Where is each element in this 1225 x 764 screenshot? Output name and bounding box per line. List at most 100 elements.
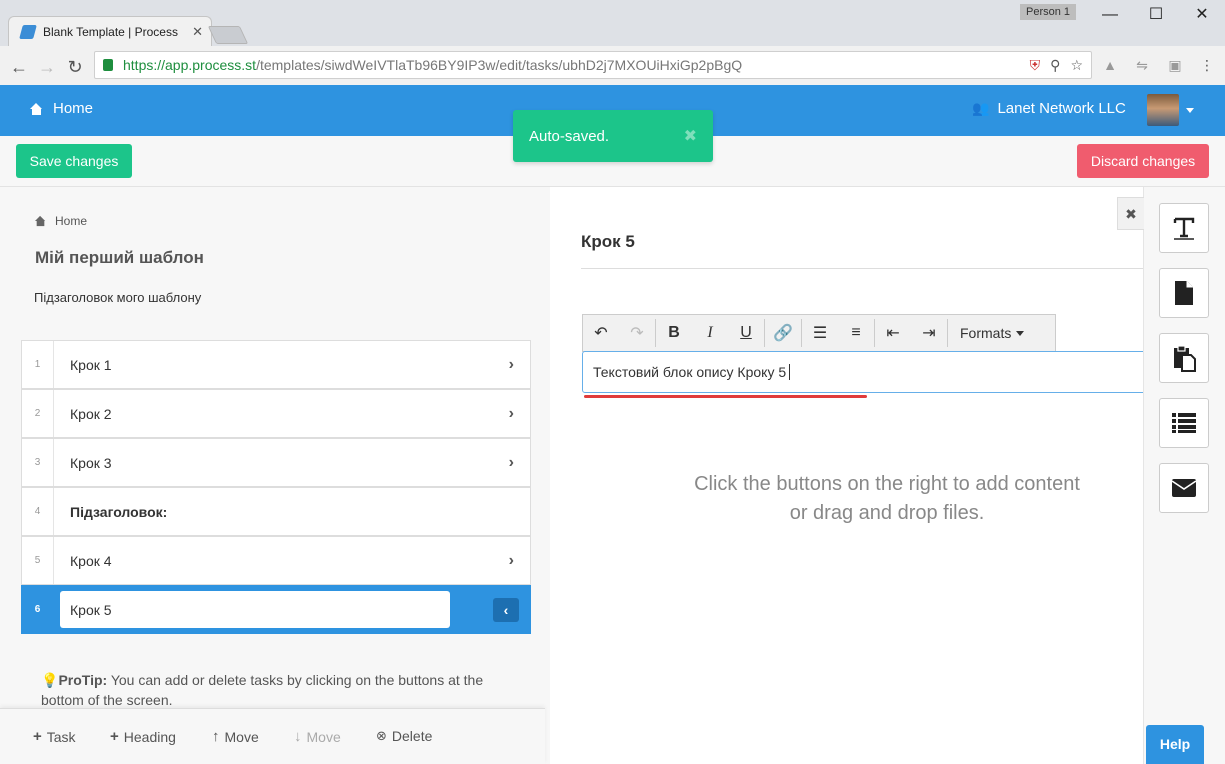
task-name-input[interactable]: Крок 5 — [60, 591, 450, 628]
hint-line-2: or drag and drop files. — [789, 502, 985, 524]
task-name: Крок 1 — [70, 356, 112, 373]
task-name: Крок 2 — [70, 405, 112, 422]
secure-lock-icon — [103, 59, 113, 71]
text-cursor — [789, 364, 791, 380]
indent-icon[interactable]: ⇥ — [911, 315, 947, 351]
undo-icon[interactable]: ↶ — [583, 315, 619, 351]
profile-badge[interactable]: Person 1 — [1020, 4, 1076, 20]
move-down-button[interactable]: ↓ Move — [294, 728, 341, 745]
task-row-3[interactable]: 3 Крок 3 › — [21, 438, 531, 487]
redo-icon[interactable]: ↷ — [619, 315, 655, 351]
minimize-icon[interactable]: — — [1087, 4, 1133, 26]
tab-close-icon[interactable]: ✕ — [192, 24, 203, 40]
step-title[interactable]: Крок 5 — [581, 232, 635, 252]
title-divider — [581, 268, 1143, 269]
task-name: Крок 4 — [70, 552, 112, 569]
breadcrumb[interactable]: Home — [34, 214, 87, 228]
pin-icon[interactable]: ⚲ — [1050, 57, 1060, 74]
rich-text-toolbar: ↶ ↷ B I U 🔗 ☰ ≡ ⇤ ⇥ Formats — [582, 314, 1056, 352]
file-icon — [1175, 281, 1193, 305]
text-block-editor[interactable]: Текстовий блок опису Кроку 5 — [582, 351, 1147, 393]
delete-label: Delete — [391, 728, 433, 744]
italic-icon[interactable]: I — [692, 315, 728, 351]
rail-close-icon[interactable]: ✖ — [1117, 197, 1144, 230]
address-bar[interactable]: https://app.process.st/templates/siwdWeI… — [94, 51, 1092, 79]
empty-content-hint: Click the buttons on the right to add co… — [640, 470, 1134, 528]
heading-name: Підзаголовок: — [70, 503, 168, 520]
reload-icon[interactable]: ↻ — [64, 56, 86, 78]
task-number: 2 — [22, 390, 54, 437]
add-text-widget-button[interactable] — [1159, 203, 1209, 253]
hint-line-1: Click the buttons on the right to add co… — [694, 473, 1080, 495]
underline-icon[interactable]: U — [728, 315, 764, 351]
numbered-list-icon[interactable]: ≡ — [838, 315, 874, 351]
formats-dropdown[interactable]: Formats — [948, 325, 1036, 341]
home-icon — [30, 102, 43, 115]
clipboard-icon — [1174, 345, 1196, 372]
browser-tab[interactable]: Blank Template | Process ✕ — [8, 16, 212, 46]
breadcrumb-home-icon — [34, 215, 46, 227]
drive-icon[interactable]: ▲ — [1101, 56, 1119, 74]
toast-close-icon[interactable]: ✖ — [684, 126, 697, 146]
process-street-favicon-icon — [19, 24, 37, 39]
chevron-right-icon: › — [508, 404, 514, 422]
template-subtitle[interactable]: Підзаголовок мого шаблону — [34, 290, 201, 305]
bookmark-star-icon[interactable]: ☆ — [1070, 57, 1083, 74]
add-heading-button[interactable]: + Heading — [110, 728, 176, 745]
move-down-label: Move — [306, 728, 341, 745]
template-title[interactable]: Мій перший шаблон — [35, 248, 204, 268]
lightbulb-icon: 💡 — [41, 672, 59, 688]
maximize-icon[interactable]: ☐ — [1133, 4, 1179, 26]
add-file-widget-button[interactable] — [1159, 268, 1209, 318]
add-task-label: Task — [46, 728, 76, 745]
window-close-icon[interactable]: ✕ — [1179, 4, 1225, 26]
text-block-content: Текстовий блок опису Кроку 5 — [593, 364, 787, 380]
forward-arrow-icon[interactable]: → — [36, 56, 58, 78]
discard-changes-button[interactable]: Discard changes — [1077, 144, 1209, 178]
move-up-button[interactable]: ↑ Move — [212, 728, 259, 745]
task-actions-bar — [0, 708, 545, 764]
task-list: 1 Крок 1 › 2 Крок 2 › 3 Крок 3 › 4 Підза… — [21, 340, 531, 635]
protip-text: You can add or delete tasks by clicking … — [41, 672, 484, 708]
add-task-button[interactable]: + Task — [33, 728, 76, 745]
add-list-widget-button[interactable] — [1159, 398, 1209, 448]
users-icon: 👥 — [972, 100, 990, 116]
chevron-left-icon[interactable]: ‹ — [493, 597, 519, 622]
task-number: 3 — [22, 439, 54, 486]
avatar[interactable] — [1147, 94, 1179, 126]
back-arrow-icon[interactable]: ← — [8, 56, 30, 78]
task-number: 4 — [22, 488, 54, 535]
caret-down-icon — [1016, 330, 1025, 336]
save-changes-button[interactable]: Save changes — [16, 144, 132, 178]
move-up-label: Move — [224, 728, 259, 745]
sync-icon[interactable]: ⇋ — [1133, 56, 1151, 74]
spellcheck-underline — [584, 395, 867, 398]
extension-icon[interactable]: ▣ — [1166, 56, 1184, 74]
link-icon[interactable]: 🔗 — [765, 315, 801, 351]
task-row-1[interactable]: 1 Крок 1 › — [21, 340, 531, 389]
add-email-widget-button[interactable] — [1159, 463, 1209, 513]
heading-row-4[interactable]: 4 Підзаголовок: — [21, 487, 531, 536]
url-path: /templates/siwdWeIVTlaTb96BY9IP3w/edit/t… — [256, 57, 743, 73]
tab-title: Blank Template | Process — [43, 24, 178, 39]
bold-icon[interactable]: B — [656, 315, 692, 351]
organization-switcher[interactable]: 👥 Lanet Network LLC — [972, 100, 1126, 117]
user-menu-caret-icon[interactable] — [1186, 108, 1194, 113]
delete-circle-icon: ⊗ — [376, 728, 387, 743]
toast-message: Auto-saved. — [529, 127, 610, 145]
add-page-widget-button[interactable] — [1159, 333, 1209, 383]
task-row-5[interactable]: 5 Крок 4 › — [21, 536, 531, 585]
outdent-icon[interactable]: ⇤ — [875, 315, 911, 351]
help-button[interactable]: Help — [1146, 725, 1204, 764]
autosave-toast: Auto-saved. ✖ — [513, 110, 713, 162]
list-icon — [1172, 413, 1196, 433]
delete-task-button[interactable]: ⊗ Delete — [376, 728, 432, 744]
arrow-down-icon: ↓ — [294, 728, 302, 745]
menu-icon[interactable]: ⋮ — [1198, 56, 1216, 74]
chevron-right-icon: › — [508, 551, 514, 569]
shield-icon[interactable]: ⛨ — [1030, 57, 1041, 74]
task-row-6-active[interactable]: 6 Крок 5 ‹ — [21, 585, 531, 634]
home-link[interactable]: Home — [30, 100, 93, 117]
bullet-list-icon[interactable]: ☰ — [802, 315, 838, 351]
task-row-2[interactable]: 2 Крок 2 › — [21, 389, 531, 438]
